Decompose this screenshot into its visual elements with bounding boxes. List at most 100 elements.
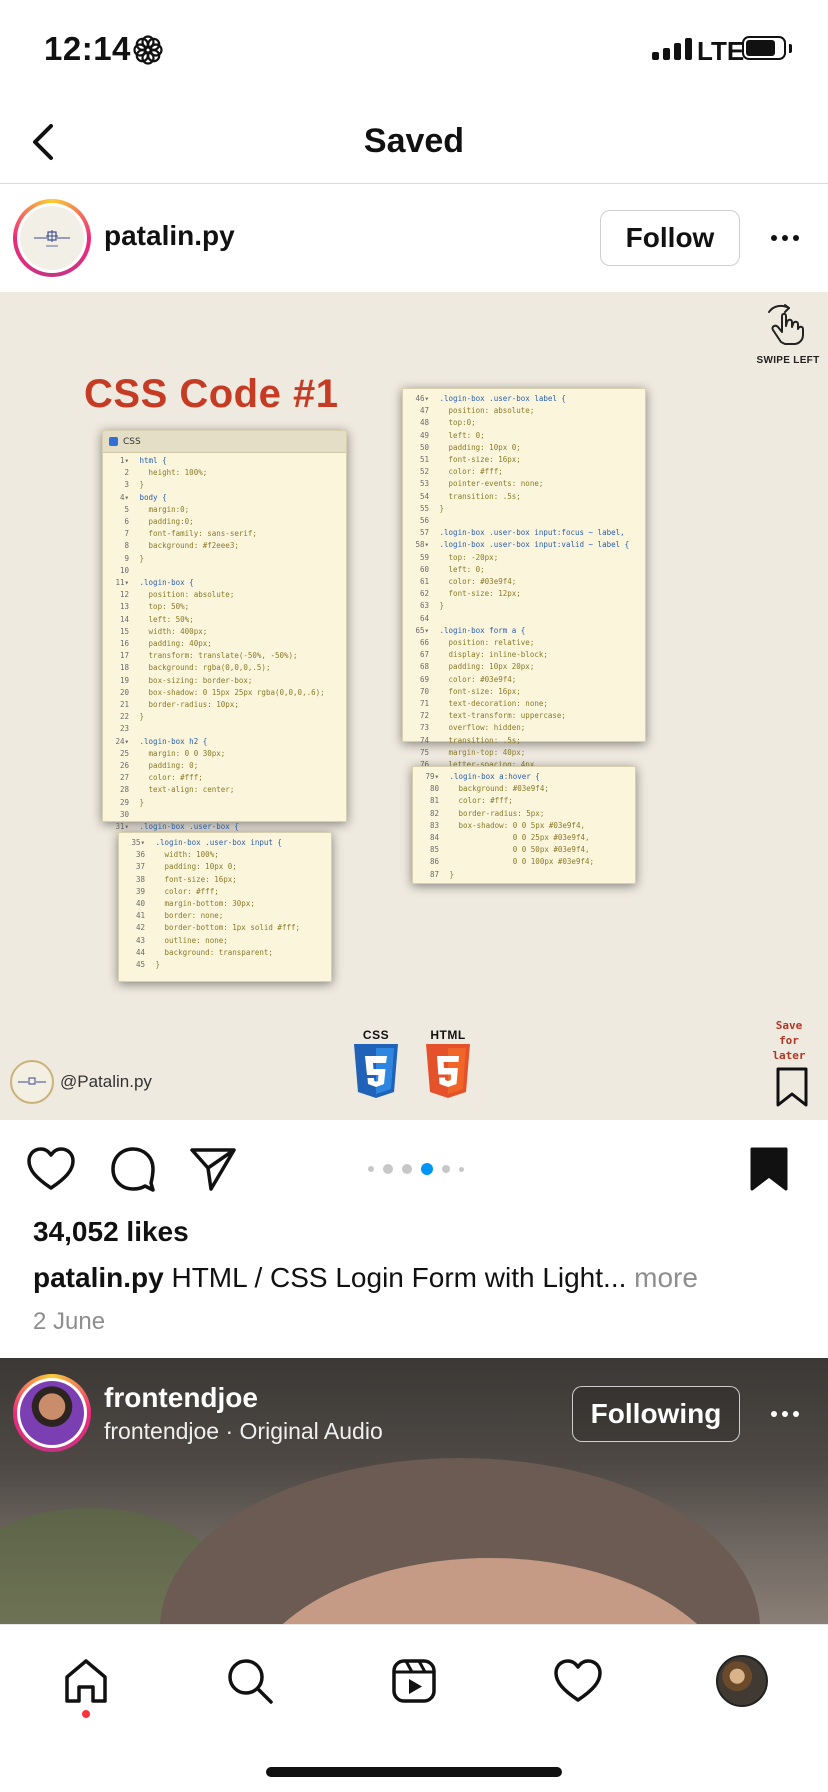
code-line: 87 } — [429, 869, 455, 879]
post-username[interactable]: patalin.py — [104, 220, 235, 252]
more-options-icon[interactable] — [760, 214, 810, 262]
carousel-dot — [459, 1166, 464, 1172]
tab-activity[interactable] — [546, 1649, 610, 1713]
code-line: 12 position: absolute; — [119, 590, 235, 600]
code-line: 80 background: #03e9f4; — [429, 784, 549, 794]
comment-icon — [111, 1147, 155, 1192]
heart-activity-icon — [554, 1659, 602, 1702]
code-line: 74 transition: .5s; — [419, 735, 521, 745]
swipe-hand-icon — [768, 304, 804, 345]
code-line: 35▾ .login-box .user-box input { — [131, 838, 282, 847]
code-line: 61 color: #03e9f4; — [419, 577, 517, 587]
code-line: 73 overflow: hidden; — [419, 723, 526, 733]
save-button[interactable] — [742, 1142, 796, 1196]
code-line: 79▾ .login-box a:hover { — [425, 772, 540, 781]
next-post-more-options-icon[interactable] — [760, 1390, 810, 1438]
code-line: 30 — [119, 809, 129, 819]
code-line: 40 margin-bottom: 30px; — [135, 899, 255, 909]
watermark-text: @Patalin.py — [60, 1072, 152, 1091]
caption-username[interactable]: patalin.py — [33, 1262, 164, 1293]
caption-more-link[interactable]: more — [634, 1262, 698, 1293]
code-line: 16 padding: 40px; — [119, 639, 212, 649]
carousel-dots — [368, 1163, 464, 1175]
save-for-later-note: Save for later — [768, 1018, 810, 1063]
html-badge-label: HTML — [430, 1028, 466, 1042]
post-image[interactable]: CSS Code #1 SWIPE LEFT CSS 1▾ html {2 he… — [0, 292, 828, 1120]
caption[interactable]: patalin.py HTML / CSS Login Form with Li… — [33, 1262, 698, 1294]
next-post-audio[interactable]: frontendjoe · Original Audio — [104, 1418, 383, 1445]
code-panel-2: 35▾ .login-box .user-box input { 36 width… — [118, 832, 332, 982]
code-line: 64 — [419, 613, 429, 623]
code-line: 20 box-shadow: 0 15px 25px rgba(0,0,0,.6… — [119, 687, 325, 697]
html5-badge: HTML — [422, 1028, 474, 1105]
comment-button[interactable] — [106, 1142, 160, 1196]
swipe-label: SWIPE LEFT — [756, 355, 820, 366]
code-line: 9 } — [124, 553, 145, 563]
code-line: 86 0 0 100px #03e9f4; — [429, 857, 595, 867]
nav-header: Saved — [0, 100, 828, 184]
code-line: 15 width: 400px; — [119, 626, 208, 636]
code-line: 22 } — [119, 712, 145, 722]
like-button[interactable] — [24, 1142, 78, 1196]
code-tab: CSS — [103, 431, 346, 453]
next-post-username[interactable]: frontendjoe — [104, 1382, 258, 1414]
search-icon — [228, 1659, 273, 1704]
swipe-hint: SWIPE LEFT — [756, 302, 820, 366]
code-line: 1▾ html { — [119, 456, 167, 465]
code-line: 70 font-size: 16px; — [419, 686, 521, 696]
carousel-dot — [383, 1164, 393, 1174]
code-line: 53 pointer-events: none; — [419, 479, 544, 489]
post-header: patalin.py Follow — [0, 184, 828, 292]
code-line: 68 padding: 10px 20px; — [419, 662, 535, 672]
follow-button[interactable]: Follow — [600, 210, 740, 266]
code-line: 41 border: none; — [135, 911, 224, 921]
tab-reels[interactable] — [382, 1649, 446, 1713]
network-type: LTE — [697, 36, 745, 66]
code-line: 39 color: #fff; — [135, 886, 219, 896]
share-button[interactable] — [186, 1142, 240, 1196]
reels-icon — [392, 1659, 436, 1703]
code-line: 59 top: -20px; — [419, 552, 499, 562]
code-line: 48 top:0; — [419, 418, 476, 428]
code-line: 82 border-radius: 5px; — [429, 808, 545, 818]
status-time: 12:14 — [44, 30, 131, 67]
save-line-1: Save — [775, 1019, 803, 1032]
css3-logo-icon — [354, 1044, 398, 1098]
code-panel-3: 46▾ .login-box .user-box label {47 posit… — [402, 388, 646, 794]
code-line: 37 padding: 10px 0; — [135, 862, 237, 872]
code-line: 21 border-radius: 10px; — [119, 700, 239, 710]
carousel-dot — [421, 1163, 433, 1175]
flower-icon — [133, 35, 163, 65]
carousel-dot — [442, 1165, 450, 1173]
code-line: 55 } — [419, 503, 445, 513]
next-post-video[interactable]: frontendjoe frontendjoe · Original Audio… — [0, 1358, 828, 1624]
code-line: 47 position: absolute; — [419, 406, 535, 416]
tab-search[interactable] — [218, 1649, 282, 1713]
battery-tip — [789, 44, 792, 53]
avatar[interactable] — [13, 199, 91, 277]
code-line: 28 text-align: center; — [119, 785, 235, 795]
code-line: 36 width: 100%; — [135, 850, 219, 860]
tab-home[interactable] — [54, 1649, 118, 1713]
code-line: 7 font-family: sans-serif; — [124, 529, 257, 539]
next-post-avatar[interactable] — [13, 1374, 91, 1452]
home-indicator[interactable] — [266, 1767, 562, 1777]
code-line: 13 top: 50%; — [119, 602, 190, 612]
css3-badge: CSS — [350, 1028, 402, 1105]
post-actions — [0, 1120, 828, 1216]
code-line: 6 padding:0; — [124, 517, 194, 527]
tab-profile[interactable] — [710, 1649, 774, 1713]
code-line: 71 text-decoration: none; — [419, 699, 548, 709]
code-line: 17 transform: translate(-50%, -50%); — [119, 651, 298, 661]
notification-dot — [82, 1710, 90, 1718]
likes-count[interactable]: 34,052 likes — [33, 1216, 189, 1248]
caption-text: HTML / CSS Login Form with Light... — [171, 1262, 627, 1293]
following-button[interactable]: Following — [572, 1386, 740, 1442]
code-line: 3 } — [124, 480, 145, 490]
code-line: 11▾ .login-box { — [115, 578, 194, 588]
code-tab-label: CSS — [123, 436, 141, 447]
save-line-3: later — [772, 1049, 806, 1062]
code-line: 69 color: #03e9f4; — [419, 674, 517, 684]
code-line: 51 font-size: 16px; — [419, 455, 521, 465]
paper-plane-icon — [190, 1148, 236, 1191]
